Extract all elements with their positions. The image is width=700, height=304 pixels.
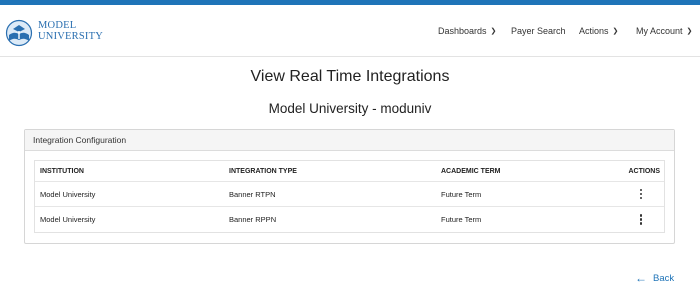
- chevron-down-icon: ❯: [612, 28, 619, 35]
- logo-text: MODEL UNIVERSITY: [38, 20, 103, 42]
- chevron-down-icon: ❯: [490, 28, 497, 35]
- logo-line-2: UNIVERSITY: [38, 31, 103, 42]
- header: MODEL UNIVERSITY Dashboards ❯ Payer Searc…: [0, 5, 700, 57]
- cell-integration-type: Banner RPPN: [229, 215, 277, 224]
- cell-institution: Model University: [40, 189, 96, 199]
- kebab-menu-icon[interactable]: [635, 212, 647, 228]
- logo-line-1: MODEL: [38, 20, 77, 31]
- table-row: Model University Banner RTPN Future Term: [35, 182, 664, 207]
- column-header-academic-term: ACADEMIC TERM: [441, 167, 501, 175]
- page-title: View Real Time Integrations: [250, 68, 450, 85]
- cell-actions: [635, 182, 660, 206]
- cell-academic-term: Future Term: [441, 189, 482, 199]
- column-header-actions: ACTIONS: [628, 167, 661, 175]
- integration-configuration-card: Integration Configuration INSTITUTION IN…: [24, 129, 675, 244]
- integrations-table: INSTITUTION INTEGRATION TYPE ACADEMIC TE…: [34, 160, 665, 233]
- nav-payer-search-label: Payer Search: [511, 26, 566, 36]
- cell-institution: Model University: [40, 215, 96, 224]
- nav-actions[interactable]: Actions ❯: [579, 26, 618, 42]
- cell-academic-term: Future Term: [441, 215, 482, 224]
- table-row: Model University Banner RPPN Future Term: [35, 207, 664, 232]
- kebab-menu-icon[interactable]: [635, 186, 647, 202]
- column-header-institution: INSTITUTION: [40, 167, 84, 175]
- back-link[interactable]: ← Back: [635, 271, 674, 285]
- arrow-left-icon: ←: [635, 271, 647, 285]
- nav-dashboards[interactable]: Dashboards ❯: [438, 26, 496, 42]
- university-logo-icon: [5, 19, 33, 47]
- back-label: Back: [653, 273, 675, 284]
- logo[interactable]: MODEL UNIVERSITY: [4, 17, 114, 49]
- cell-integration-type: Banner RTPN: [229, 189, 276, 199]
- nav-actions-label: Actions: [579, 26, 609, 36]
- nav-dashboards-label: Dashboards: [438, 26, 487, 36]
- chevron-down-icon: ❯: [686, 28, 693, 35]
- cell-actions: [635, 207, 660, 232]
- nav-my-account-label: My Account: [636, 26, 683, 36]
- page-subtitle: Model University - moduniv: [268, 101, 432, 116]
- column-header-integration-type: INTEGRATION TYPE: [229, 167, 297, 175]
- nav-payer-search[interactable]: Payer Search: [511, 26, 566, 42]
- card-title: Integration Configuration: [25, 130, 674, 151]
- nav-my-account[interactable]: My Account ❯: [636, 26, 692, 42]
- table-header-row: INSTITUTION INTEGRATION TYPE ACADEMIC TE…: [35, 161, 664, 182]
